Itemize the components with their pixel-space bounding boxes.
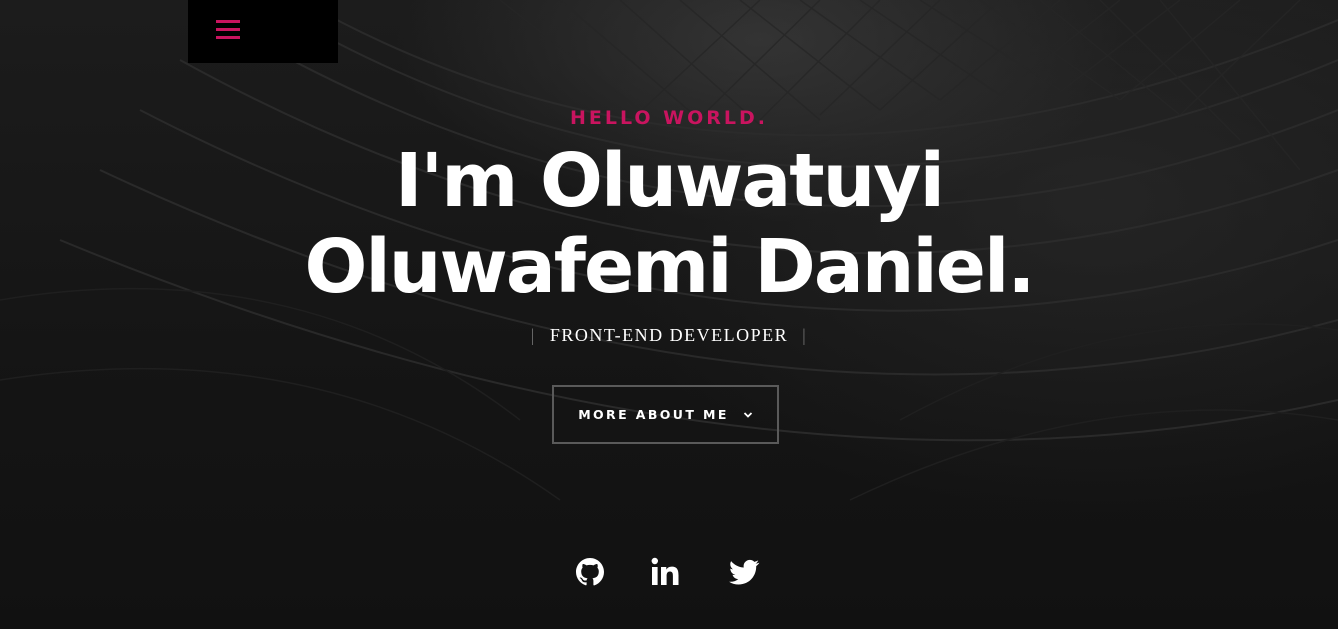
background-architecture-image xyxy=(0,0,1338,501)
github-icon[interactable] xyxy=(574,556,606,588)
menu-container xyxy=(188,0,338,63)
twitter-icon[interactable] xyxy=(728,556,760,588)
more-about-me-button[interactable]: MORE ABOUT ME xyxy=(552,385,779,444)
role-text: FRONT-END DEVELOPER xyxy=(549,325,789,345)
name-line-1: I'm Oluwatuyi xyxy=(395,138,945,224)
hero-name: I'm Oluwatuyi Oluwafemi Daniel. xyxy=(0,138,1338,310)
chevron-down-icon xyxy=(743,411,752,418)
greeting-text: HELLO WORLD. xyxy=(569,107,769,129)
menu-line xyxy=(216,36,240,39)
role-separator-left: | xyxy=(530,325,536,345)
role-separator-right: | xyxy=(802,325,808,345)
menu-line xyxy=(216,20,240,23)
linkedin-icon[interactable] xyxy=(650,556,682,588)
name-line-2: Oluwafemi Daniel. xyxy=(304,224,1036,310)
menu-line xyxy=(216,28,240,31)
hamburger-icon[interactable] xyxy=(216,20,240,40)
more-about-me-label: MORE ABOUT ME xyxy=(578,407,729,422)
role-line: | FRONT-END DEVELOPER | xyxy=(0,325,1338,346)
hero-section: HELLO WORLD. I'm Oluwatuyi Oluwafemi Dan… xyxy=(0,0,1338,629)
